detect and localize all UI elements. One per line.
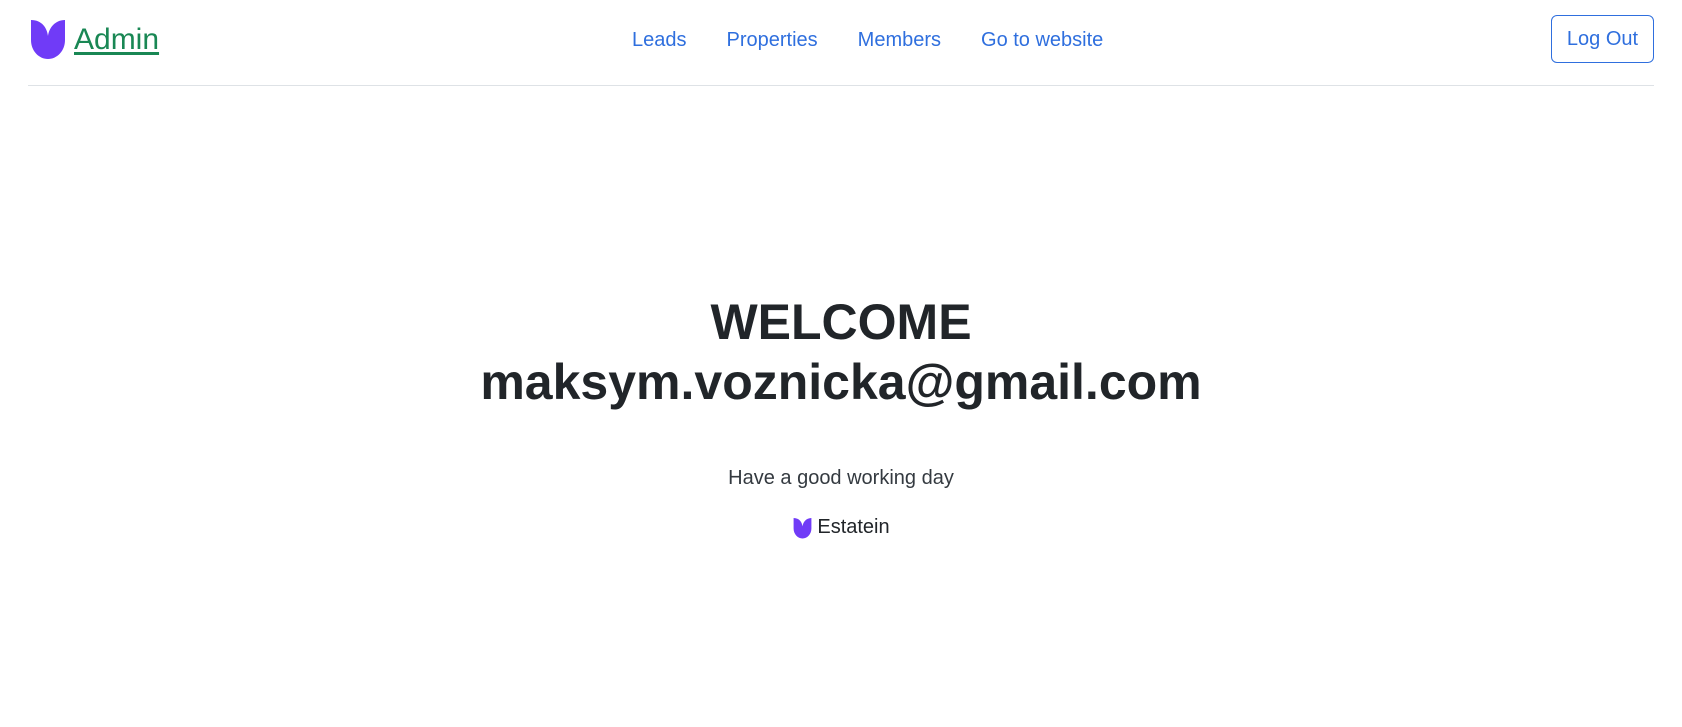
footer-brand: Estatein bbox=[792, 516, 890, 539]
welcome-heading: WELCOME bbox=[710, 294, 972, 350]
estatein-logo-icon bbox=[793, 517, 812, 538]
logout-button[interactable]: Log Out bbox=[1551, 15, 1654, 63]
welcome-section: WELCOME maksym.voznicka@gmail.com Have a… bbox=[0, 292, 1682, 544]
nav-link-members[interactable]: Members bbox=[858, 28, 941, 52]
top-navbar: Admin Leads Properties Members Go to web… bbox=[28, 0, 1654, 86]
user-email: maksym.voznicka@gmail.com bbox=[480, 354, 1202, 410]
estatein-logo-icon bbox=[31, 20, 65, 59]
nav-link-leads[interactable]: Leads bbox=[632, 28, 687, 52]
nav-link-properties[interactable]: Properties bbox=[727, 28, 818, 52]
footer-brand-name: Estatein bbox=[817, 516, 890, 538]
brand-link[interactable]: Admin bbox=[28, 18, 159, 60]
main-nav: Leads Properties Members Go to website bbox=[632, 28, 1143, 52]
brand-title: Admin bbox=[74, 23, 160, 56]
nav-link-go-to-website[interactable]: Go to website bbox=[981, 28, 1103, 52]
greeting-text: Have a good working day bbox=[728, 467, 954, 489]
